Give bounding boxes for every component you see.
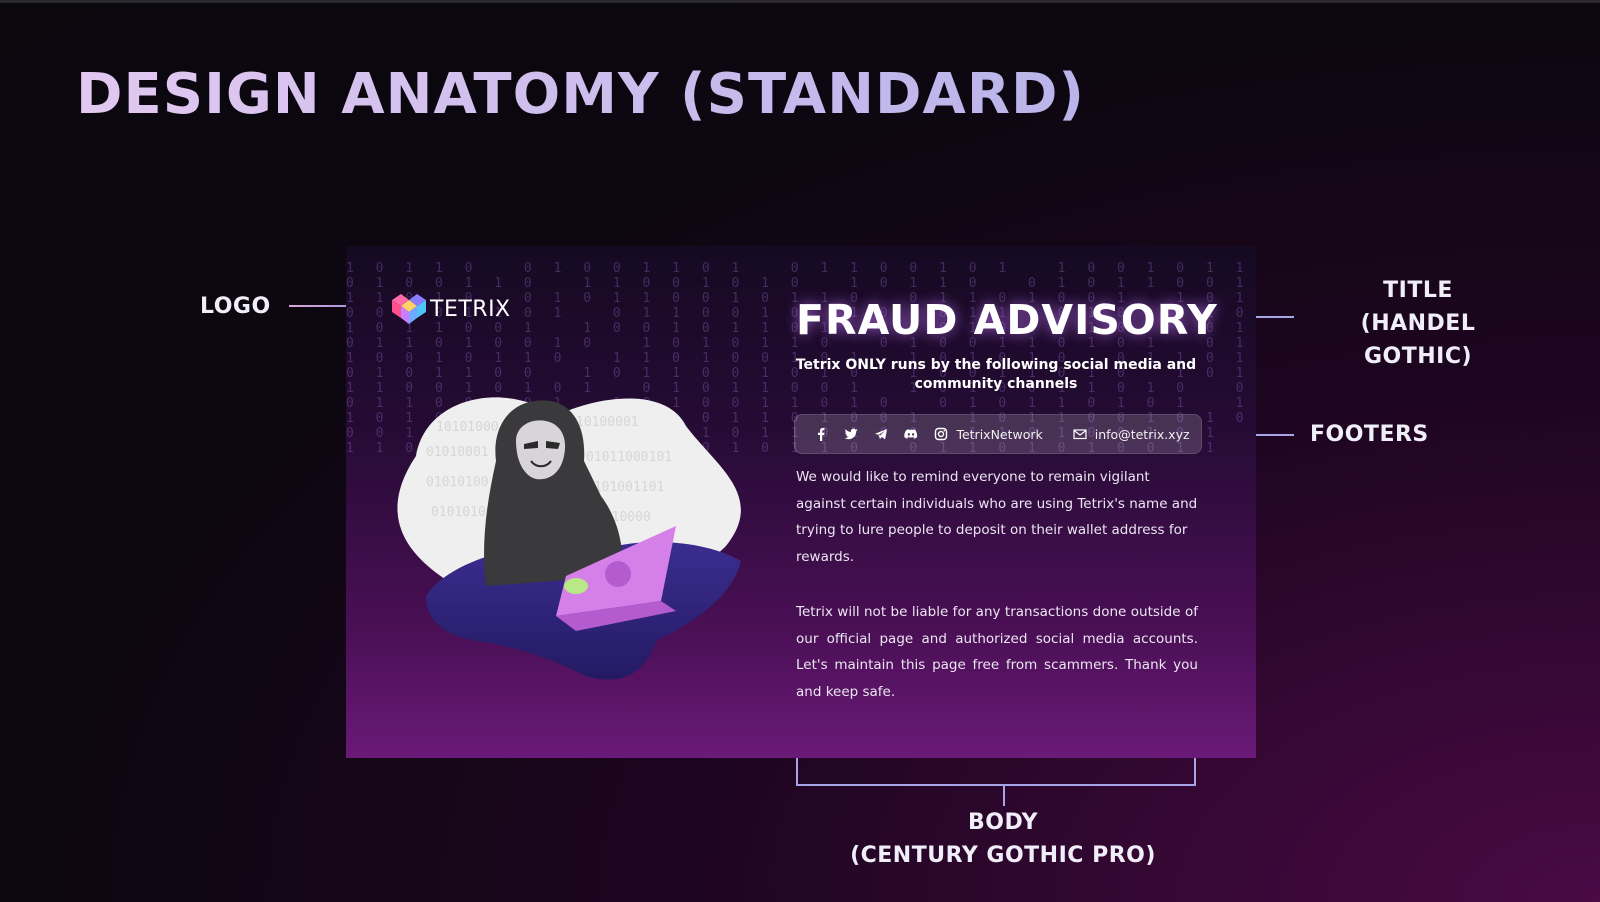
body-annotation-line1: BODY [967, 810, 1039, 835]
social-handle[interactable]: TetrixNetwork [956, 427, 1042, 442]
svg-text:01011000101: 01011000101 [586, 450, 672, 465]
hacker-illustration: 10101000 10100001 01010001 01011000101 010… [397, 397, 741, 680]
footer-bar: TetrixNetwork info@tetrix.xyz [794, 414, 1202, 454]
card-subtitle: Tetrix ONLY runs by the following social… [795, 357, 1197, 392]
instagram-icon[interactable] [933, 426, 949, 442]
body-paragraph-2: Tetrix will not be liable for any transa… [796, 604, 1198, 700]
body-annotation-line2: (CENTURY GOTHIC PRO) [850, 843, 1156, 868]
svg-text:01010001: 01010001 [426, 445, 489, 460]
title-annotation-label: TITLE (HANDEL GOTHIC) [1308, 274, 1528, 373]
svg-text:10101000: 10101000 [436, 420, 499, 435]
body-paragraph-1: We would like to remind everyone to rema… [796, 469, 1198, 565]
title-annotation-line2: (HANDEL GOTHIC) [1360, 311, 1476, 369]
tetrix-logo-icon [392, 294, 426, 324]
svg-text:10100001: 10100001 [576, 415, 639, 430]
top-bar [0, 0, 1600, 3]
logo-annotation-label: LOGO [200, 294, 271, 319]
svg-text:01010100: 01010100 [426, 475, 489, 490]
mail-icon[interactable] [1072, 426, 1088, 442]
twitter-icon[interactable] [843, 426, 859, 442]
fraud-advisory-card: 1 0 1 1 0 0 1 0 0 1 1 0 1 0 1 1 0 0 1 0 … [346, 246, 1256, 758]
tetrix-logo-text: TETRIX [430, 296, 511, 322]
page-title: DESIGN ANATOMY (STANDARD) [76, 62, 1086, 127]
title-annotation-line1: TITLE [1383, 278, 1453, 303]
footers-annotation-label: FOOTERS [1310, 422, 1429, 447]
tetrix-logo: TETRIX [392, 294, 511, 324]
contact-email[interactable]: info@tetrix.xyz [1095, 427, 1190, 442]
body-annotation-label: BODY (CENTURY GOTHIC PRO) [848, 806, 1158, 872]
telegram-icon[interactable] [873, 426, 889, 442]
card-title: FRAUD ADVISORY [796, 296, 1218, 344]
discord-icon[interactable] [903, 426, 919, 442]
facebook-icon[interactable] [813, 426, 829, 442]
